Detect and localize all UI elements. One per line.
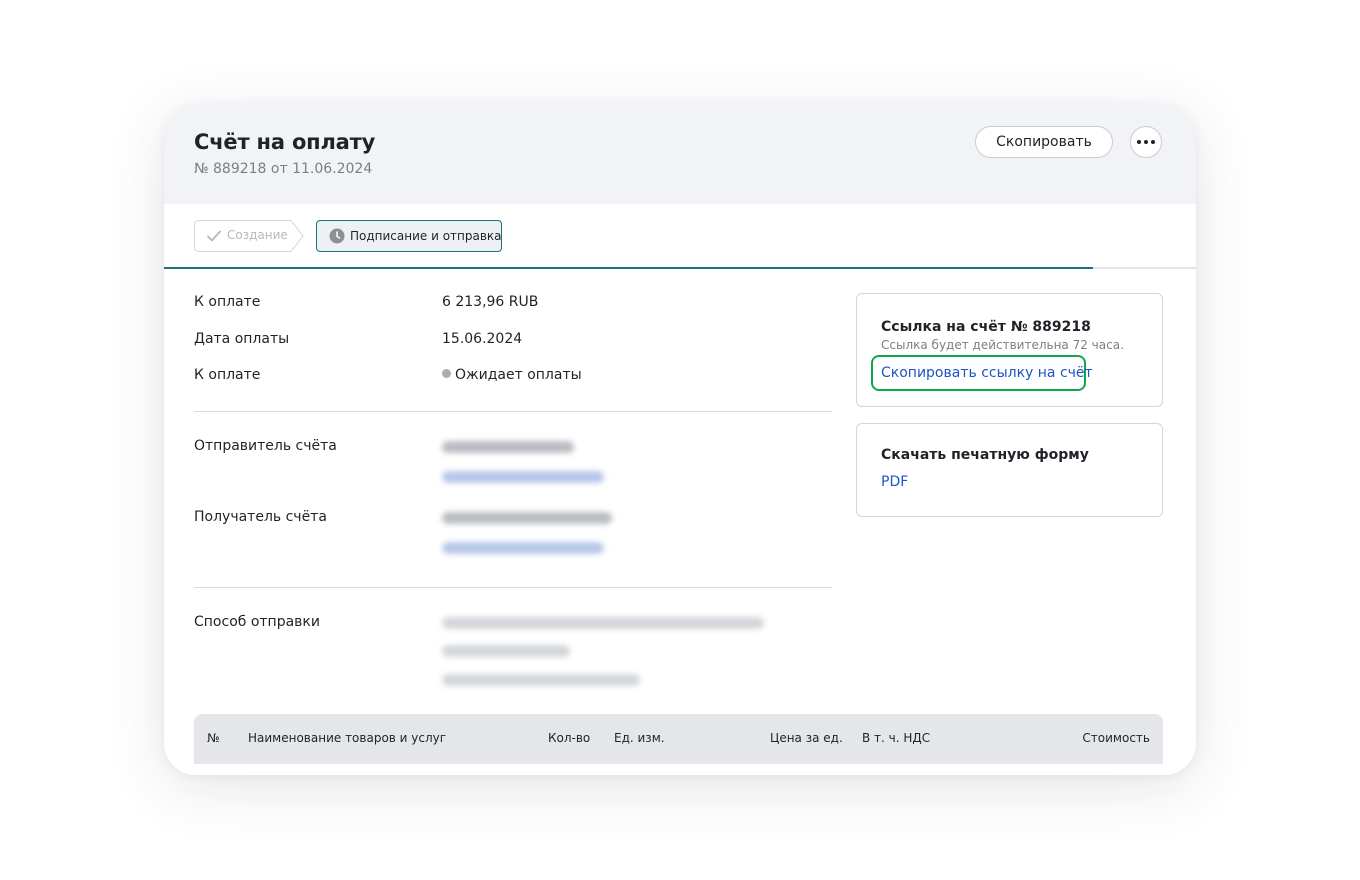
column-unit: Ед. изм. — [614, 731, 665, 745]
column-vat: В т. ч. НДС — [862, 731, 931, 745]
invoice-link-card: Ссылка на счёт № 889218 Ссылка будет дей… — [856, 293, 1163, 407]
sender-name-redacted — [442, 441, 574, 453]
status-value: Ожидает оплаты — [442, 367, 582, 383]
more-horizontal-icon — [1137, 140, 1155, 144]
status-label: К оплате — [194, 367, 261, 383]
items-table-header: № Наименование товаров и услуг Кол-во Ед… — [194, 714, 1163, 764]
page-title: Счёт на оплату — [194, 130, 376, 154]
divider — [194, 587, 832, 588]
delivery-cabinet-redacted — [442, 674, 640, 686]
recipient-label: Получатель счёта — [194, 509, 327, 525]
check-icon — [207, 230, 221, 242]
divider — [194, 411, 832, 412]
amount-label: К оплате — [194, 294, 261, 310]
column-unit-price: Цена за ед. — [770, 731, 843, 745]
step-signing-label: Подписание и отправка — [350, 229, 502, 243]
invoice-header: Счёт на оплату № 889218 от 11.06.2024 Ск… — [164, 104, 1196, 204]
copy-invoice-link-button[interactable]: Скопировать ссылку на счёт — [871, 355, 1093, 391]
column-number: № — [207, 731, 220, 745]
step-creation-label: Создание — [227, 228, 288, 242]
print-form-title: Скачать печатную форму — [881, 447, 1089, 463]
clock-icon — [329, 228, 345, 244]
progress-track — [164, 267, 1196, 269]
status-text: Ожидает оплаты — [455, 367, 582, 383]
sender-requisites-redacted[interactable] — [442, 471, 604, 483]
sender-label: Отправитель счёта — [194, 438, 337, 454]
recipient-name-redacted — [442, 512, 612, 524]
invoice-link-title: Ссылка на счёт № 889218 — [881, 319, 1091, 335]
recipient-requisites-redacted[interactable] — [442, 542, 604, 554]
invoice-number: № 889218 от 11.06.2024 — [194, 161, 373, 177]
column-name: Наименование товаров и услуг — [248, 731, 447, 745]
step-creation[interactable]: Создание — [194, 220, 304, 252]
invoice-link-note: Ссылка будет действительна 72 часа. — [881, 338, 1124, 352]
progress-fill — [164, 267, 1093, 269]
column-total: Стоимость — [1082, 731, 1150, 745]
date-value: 15.06.2024 — [442, 331, 523, 347]
delivery-emails-redacted — [442, 617, 764, 629]
column-quantity: Кол-во — [548, 731, 591, 745]
pdf-download-link[interactable]: PDF — [881, 474, 908, 490]
delivery-phone-redacted — [442, 645, 570, 657]
delivery-label: Способ отправки — [194, 614, 320, 630]
date-label: Дата оплаты — [194, 331, 290, 347]
invoice-card: Счёт на оплату № 889218 от 11.06.2024 Ск… — [164, 104, 1196, 775]
copy-button[interactable]: Скопировать — [975, 126, 1113, 158]
status-dot-icon — [442, 369, 451, 378]
step-signing[interactable]: Подписание и отправка — [316, 220, 502, 252]
print-form-card: Скачать печатную форму PDF — [856, 423, 1163, 517]
more-button[interactable] — [1130, 126, 1162, 158]
amount-value: 6 213,96 RUB — [442, 294, 539, 310]
